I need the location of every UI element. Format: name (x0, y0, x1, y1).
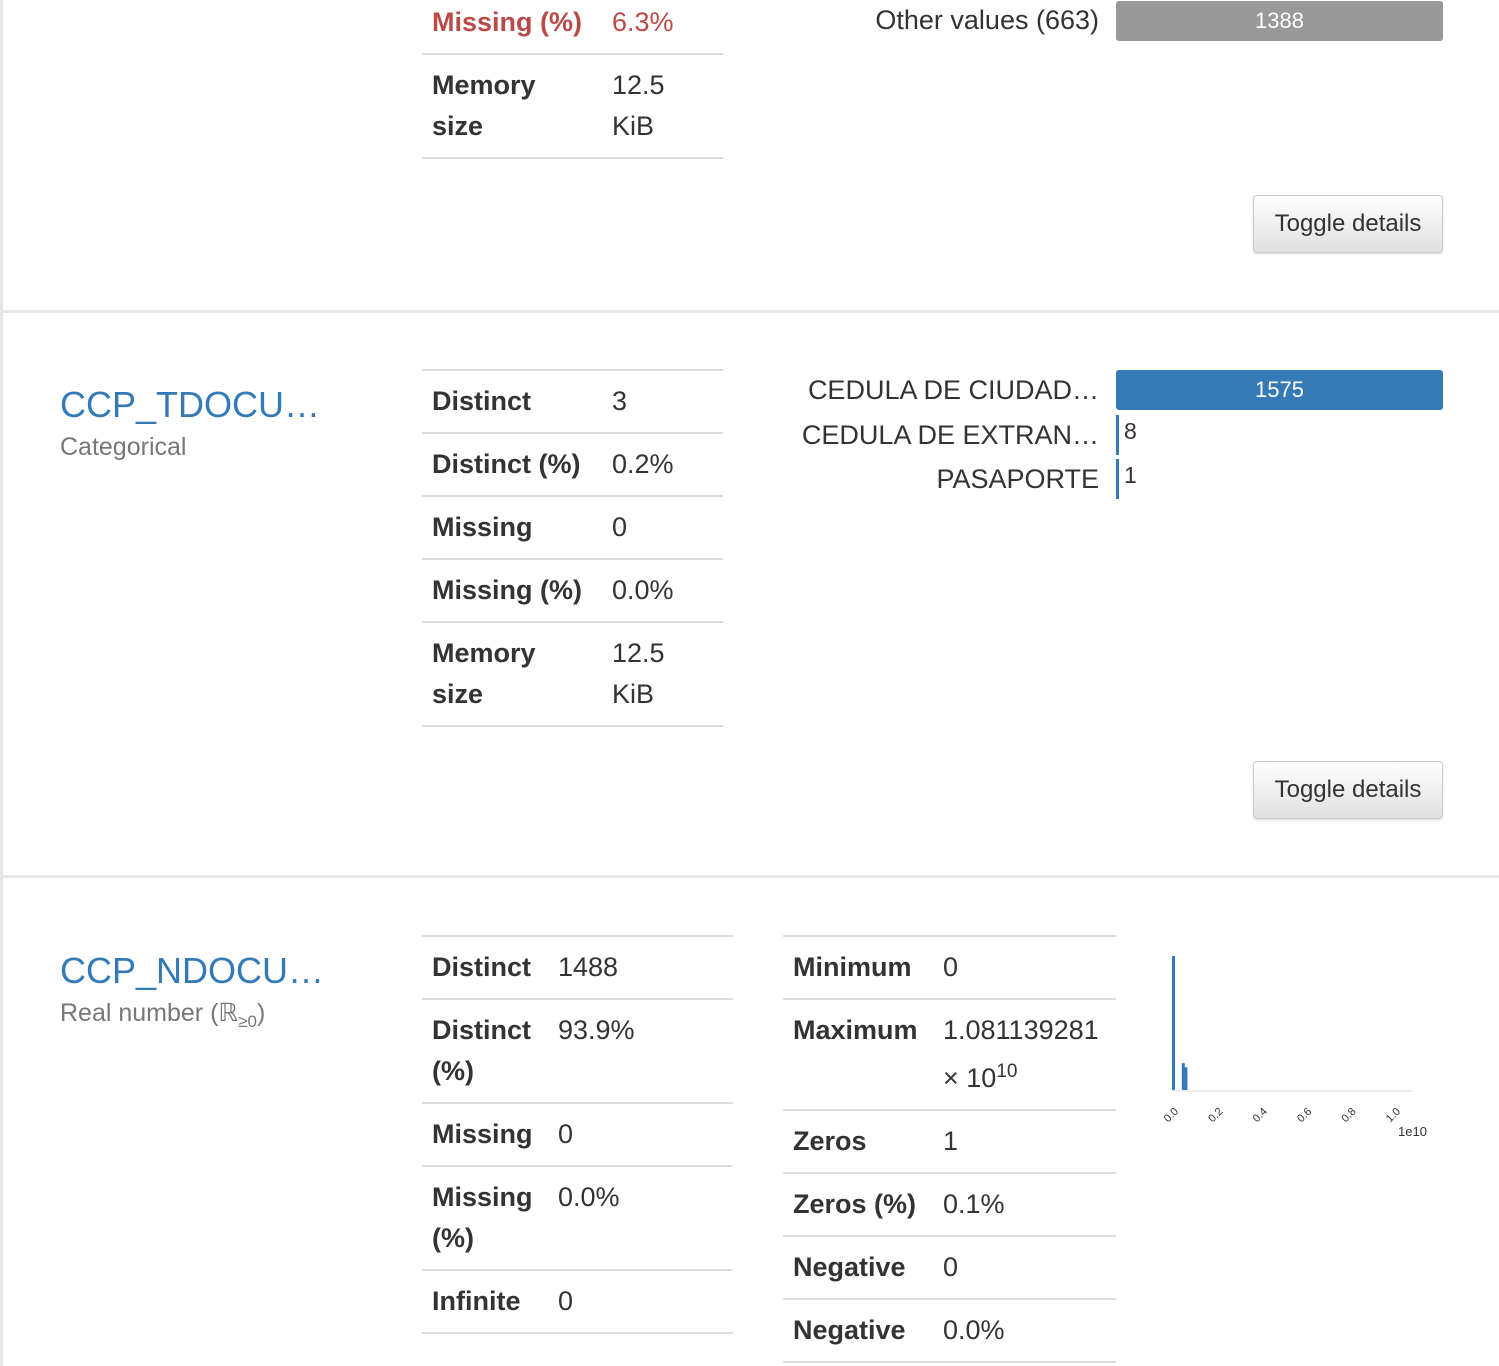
freq-bar-cedula-ciudad: 1575 (1116, 370, 1443, 410)
freq-count: 8 (1124, 418, 1137, 444)
stat-label: Maximum (793, 1015, 918, 1045)
variable-name-link[interactable]: CCP_TDOCU… (60, 384, 320, 426)
type-subscript: ≥0 (238, 1012, 257, 1031)
stat-row: Distinct 1488 (422, 936, 733, 999)
stat-label: Infinite (432, 1286, 521, 1316)
stat-row: Maximum 1.081139281 × 1010 (783, 999, 1116, 1110)
stat-value: 0.1% (943, 1189, 1005, 1219)
stat-label: Minimum (793, 952, 912, 982)
stat-value-mantissa: 1.081139281 × 10 (943, 1015, 1099, 1093)
stat-value: 0.0% (558, 1182, 620, 1212)
stat-row: Memory size 12.5 KiB (422, 622, 723, 726)
stat-label: Distinct (432, 952, 532, 982)
variable-name-link[interactable]: CCP_NDOCU… (60, 950, 324, 992)
freq-bar-cedula-extran (1116, 415, 1119, 455)
stat-value: 0.0% (943, 1315, 1005, 1345)
variable-type: Real number (ℝ≥0) (60, 998, 265, 1032)
stat-row: Minimum 0 (783, 936, 1116, 999)
section-c-stats-table-left: Distinct 1488 Distinct (%) 93.9% Missing… (422, 935, 733, 1334)
stat-value: 1488 (558, 952, 619, 982)
stat-row: Missing (%) 6.3% (422, 0, 723, 54)
x-tick-label: 0.6 (1295, 1106, 1314, 1125)
stat-label: Zeros (%) (793, 1189, 917, 1219)
stat-value: 0 (943, 952, 959, 982)
stat-value: 93.9% (558, 1015, 635, 1045)
freq-count: 1 (1124, 462, 1137, 488)
stat-row: Missing 0 (422, 1103, 733, 1166)
x-tick-label: 1.0 (1384, 1106, 1403, 1125)
freq-label: CEDULA DE CIUDAD… (807, 375, 1099, 405)
stat-row: Missing (%) 0.0% (422, 559, 723, 622)
stat-value: 12.5 KiB (612, 638, 665, 709)
stat-value: 0 (558, 1119, 574, 1149)
section-b-stats-table: Distinct 3 Distinct (%) 0.2% Missing 0 M… (422, 369, 723, 727)
type-suffix: ) (257, 999, 266, 1027)
histogram-chart: 0.0 0.2 0.4 0.6 0.8 1.01e10 (1162, 956, 1427, 1139)
stat-label: Missing (%) (432, 575, 583, 605)
variable-type: Categorical (60, 433, 187, 461)
stat-value-exponent: 10 (996, 1061, 1018, 1082)
stat-row: Infinite 0 (422, 1270, 733, 1333)
stat-value: 6.3% (612, 7, 674, 37)
type-text: Real number (ℝ (60, 999, 239, 1027)
stat-row: Missing 0 (422, 496, 723, 559)
x-tick-label: 0.2 (1206, 1106, 1225, 1125)
stat-label: Negative (793, 1315, 906, 1345)
stat-value: 0 (943, 1252, 959, 1282)
stat-row: Memory size 12.5 KiB (422, 54, 723, 158)
stat-value: 0.0% (612, 575, 674, 605)
stat-row: Distinct (%) 93.9% (422, 999, 733, 1103)
stat-value: 0 (558, 1286, 574, 1316)
stat-label: Missing (432, 512, 533, 542)
stat-row: Distinct (%) 0.2% (422, 433, 723, 496)
stat-label: Missing (432, 1119, 533, 1149)
stat-value: 0.2% (612, 449, 674, 479)
stat-row: Negative 0 (783, 1236, 1116, 1299)
stat-label: Zeros (793, 1126, 867, 1156)
toggle-details-button[interactable]: Toggle details (1253, 761, 1443, 819)
x-tick-label: 0.0 (1162, 1106, 1181, 1125)
stat-value: 12.5 KiB (612, 70, 665, 141)
stat-label: Memory size (432, 638, 536, 709)
stat-label: Negative (793, 1252, 906, 1282)
freq-label: Other values (663) (875, 5, 1099, 35)
stat-row: Zeros 1 (783, 1110, 1116, 1173)
left-border (0, 0, 3, 1366)
x-tick-label: 0.4 (1251, 1106, 1270, 1125)
stat-value: 1.081139281 × 1010 (933, 999, 1116, 1110)
section-c-stats-table-right: Minimum 0 Maximum 1.081139281 × 1010 Zer… (783, 935, 1116, 1363)
stat-row: Zeros (%) 0.1% (783, 1173, 1116, 1236)
freq-bar-other-values: 1388 (1116, 1, 1443, 41)
stat-value: 0 (612, 512, 628, 542)
freq-label: CEDULA DE EXTRAN… (801, 420, 1099, 450)
section-divider (0, 875, 1499, 878)
stat-row: Missing (%) 0.0% (422, 1166, 733, 1270)
toggle-details-button[interactable]: Toggle details (1253, 195, 1443, 253)
freq-bar-pasaporte (1116, 459, 1119, 499)
stat-label: Missing (%) (432, 7, 583, 37)
stat-value: 1 (943, 1126, 959, 1156)
stat-label: Distinct (%) (432, 449, 581, 479)
freq-label: PASAPORTE (936, 464, 1099, 494)
stat-label: Distinct (%) (432, 1015, 532, 1086)
stat-label: Memory size (432, 70, 536, 141)
section-a-stats-table: Missing (%) 6.3% Memory size 12.5 KiB (422, 0, 723, 159)
histogram-bar (1172, 956, 1175, 1090)
stat-label: Missing (%) (432, 1182, 533, 1253)
x-tick-label: 0.8 (1339, 1106, 1358, 1125)
histogram-bar (1181, 1063, 1185, 1090)
stat-label: Distinct (432, 386, 532, 416)
stat-row: Distinct 3 (422, 370, 723, 433)
stat-value: 3 (612, 386, 628, 416)
section-divider (0, 310, 1499, 313)
x-axis-multiplier: 1e10 (1398, 1124, 1427, 1139)
histogram-bar (1184, 1067, 1188, 1090)
stat-row: Negative 0.0% (783, 1299, 1116, 1362)
